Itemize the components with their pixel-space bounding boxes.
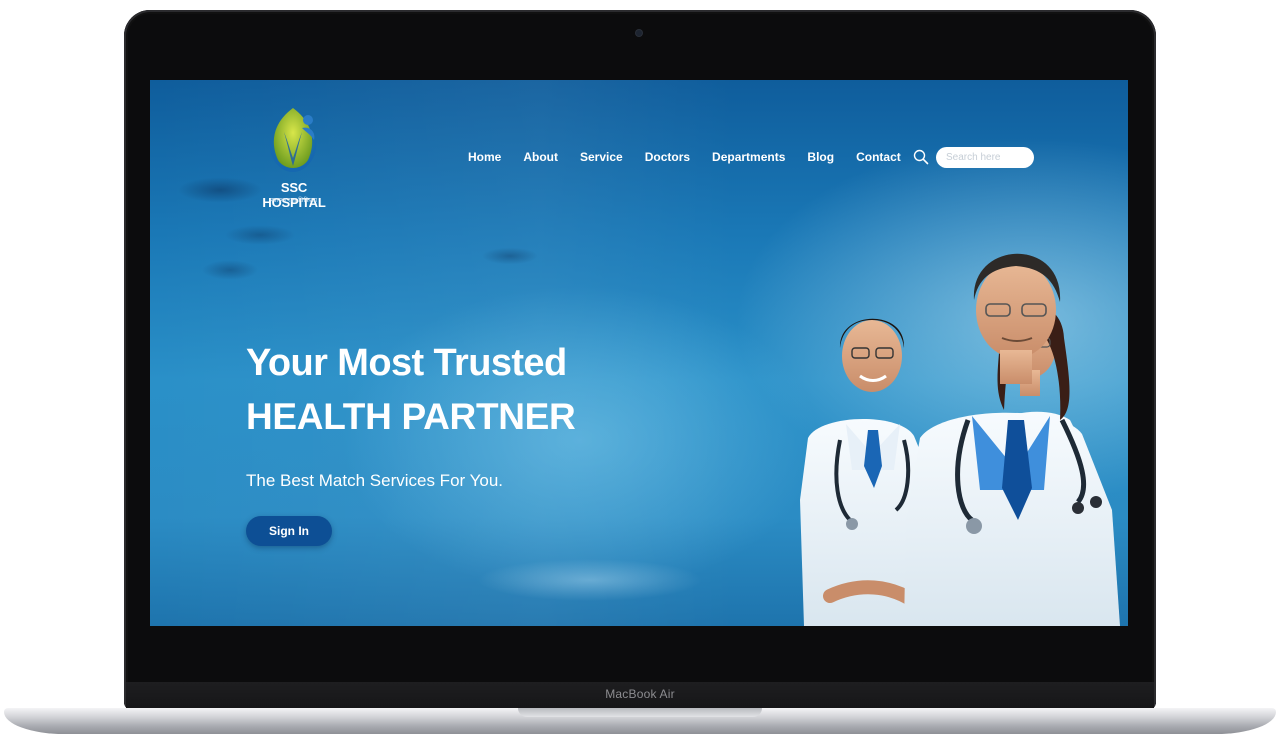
search-input[interactable] (936, 147, 1034, 168)
search-icon[interactable] (913, 149, 929, 165)
sign-in-button[interactable]: Sign In (246, 516, 332, 546)
nav-doctors[interactable]: Doctors (645, 150, 690, 166)
logo-tagline: स्वास्थ्य रक्षा चिकित्सा (270, 197, 318, 204)
hero-title-line1: Your Most Trusted (246, 342, 567, 384)
laptop-notch (518, 708, 762, 717)
hero-title: Your Most Trusted HEALTH PARTNER (246, 336, 576, 444)
logo-name: SSC HOSPITAL (262, 180, 326, 210)
doctor-center (904, 253, 1120, 626)
nav-about[interactable]: About (523, 150, 558, 166)
nav-service[interactable]: Service (580, 150, 623, 166)
doctors-image (800, 253, 1120, 626)
hospital-logo[interactable]: SSC HOSPITAL स्वास्थ्य रक्षा चिकित्सा (248, 106, 340, 210)
main-nav: Home About Service Doctors Departments B… (468, 150, 923, 166)
hero-title-line2: HEALTH PARTNER (246, 396, 576, 437)
leaf-logo-icon (269, 108, 317, 172)
website-screen: SSC HOSPITAL स्वास्थ्य रक्षा चिकित्सा Ho… (150, 80, 1128, 626)
hero-subtitle: The Best Match Services For You. (246, 471, 504, 490)
nav-home[interactable]: Home (468, 150, 501, 166)
nav-contact[interactable]: Contact (856, 150, 901, 166)
webcam-icon (636, 30, 642, 36)
device-label: MacBook Air (605, 687, 675, 701)
nav-blog[interactable]: Blog (807, 150, 834, 166)
nav-departments[interactable]: Departments (712, 150, 785, 166)
